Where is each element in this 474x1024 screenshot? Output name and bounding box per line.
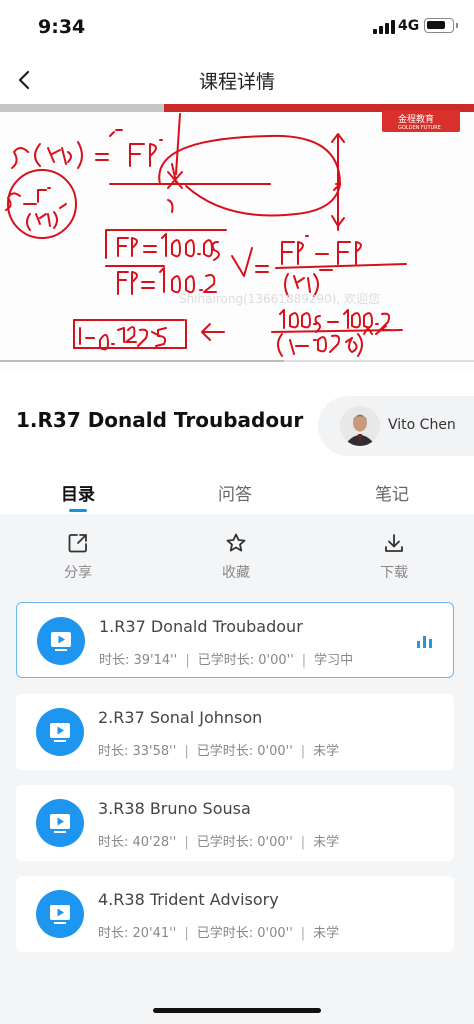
meta-separator: | [300, 835, 306, 850]
handwritten-formula-drawing [5, 113, 407, 357]
share-label: 分享 [64, 565, 92, 581]
tab-qa[interactable]: 问答 [218, 480, 252, 505]
video-lesson-icon [37, 617, 85, 665]
meta-separator: | [184, 835, 189, 850]
lesson-title: 3.R38 Bruno Sousa [98, 799, 251, 818]
status-time: 9:34 [38, 16, 86, 38]
lesson-studied-time: 已学时长: 0'00'' [197, 653, 294, 668]
lesson-item-3[interactable]: 3.R38 Bruno Sousa 时长: 40'28'' | 已学时长: 0'00… [16, 785, 454, 861]
video-lesson-icon [36, 708, 84, 756]
teacher-avatar-icon [340, 406, 380, 446]
lesson-duration: 时长: 33'58'' [98, 744, 177, 759]
lesson-duration: 时长: 39'14'' [99, 653, 178, 668]
favorite-label: 收藏 [222, 565, 250, 581]
nav-bar: 课程详情 [0, 56, 474, 104]
meta-separator: | [300, 744, 306, 759]
avatar [340, 406, 380, 446]
share-icon [68, 534, 87, 553]
teacher-name: Vito Chen [388, 417, 456, 433]
lesson-meta: 时长: 33'58'' | 已学时长: 0'00'' | 未学 [98, 740, 339, 759]
lesson-status: 未学 [313, 835, 340, 850]
meta-separator: | [301, 653, 307, 668]
lesson-studied-time: 已学时长: 0'00'' [196, 835, 293, 850]
video-progress-bar[interactable] [0, 360, 474, 362]
lesson-status: 未学 [313, 926, 340, 941]
lesson-meta: 时长: 20'41'' | 已学时长: 0'00'' | 未学 [98, 922, 339, 941]
lesson-duration: 时长: 20'41'' [98, 926, 177, 941]
active-tab-indicator [69, 509, 87, 512]
home-indicator[interactable] [153, 1008, 321, 1013]
status-bar: 9:34 4G [0, 0, 474, 56]
video-lesson-icon [36, 799, 84, 847]
lesson-status: 学习中 [314, 653, 354, 668]
meta-separator: | [300, 926, 306, 941]
meta-separator: | [185, 653, 190, 668]
lesson-item-4[interactable]: 4.R38 Trident Advisory 时长: 20'41'' | 已学时长:… [16, 876, 454, 952]
lesson-studied-time: 已学时长: 0'00'' [196, 926, 293, 941]
favorite-button[interactable]: 收藏 [206, 532, 266, 582]
tab-bar: 目录 问答 笔记 [0, 470, 474, 514]
video-lesson-icon [36, 890, 84, 938]
catalog-panel: 分享 收藏 下载 1.R37 Donald Troubadour 时长: 39'… [0, 514, 474, 1024]
download-button[interactable]: 下载 [364, 532, 424, 582]
network-label: 4G [398, 18, 420, 34]
meta-separator: | [184, 744, 189, 759]
tab-catalog[interactable]: 目录 [61, 480, 95, 505]
lesson-title: 1.R37 Donald Troubadour [99, 617, 303, 636]
course-title: 1.R37 Donald Troubadour [16, 408, 304, 432]
share-button[interactable]: 分享 [48, 532, 108, 582]
lesson-meta: 时长: 39'14'' | 已学时长: 0'00'' | 学习中 [99, 649, 353, 668]
video-player[interactable]: 金程教育 GOLDEN FUTURE Shihairong(1366188929… [0, 104, 474, 370]
lesson-item-1[interactable]: 1.R37 Donald Troubadour 时长: 39'14'' | 已学时长… [16, 602, 454, 678]
teacher-card[interactable]: Vito Chen [318, 396, 474, 456]
lesson-duration: 时长: 40'28'' [98, 835, 177, 850]
lesson-studied-time: 已学时长: 0'00'' [196, 744, 293, 759]
lesson-item-2[interactable]: 2.R37 Sonal Johnson 时长: 33'58'' | 已学时长: 0'… [16, 694, 454, 770]
download-icon [385, 534, 403, 552]
signal-icon [373, 20, 395, 34]
lesson-status: 未学 [313, 744, 340, 759]
tab-notes[interactable]: 笔记 [375, 480, 409, 505]
lesson-title: 4.R38 Trident Advisory [98, 890, 279, 909]
meta-separator: | [184, 926, 189, 941]
lesson-title: 2.R37 Sonal Johnson [98, 708, 263, 727]
course-header: 1.R37 Donald Troubadour Vito Chen [0, 370, 474, 470]
video-watermark: Shihairong(13661889290), 欢迎您 [179, 292, 381, 306]
page-title: 课程详情 [198, 71, 275, 93]
battery-icon [424, 18, 458, 33]
lesson-meta: 时长: 40'28'' | 已学时长: 0'00'' | 未学 [98, 831, 339, 850]
star-icon [226, 533, 246, 552]
download-label: 下载 [380, 565, 408, 581]
playing-indicator-icon [417, 634, 435, 648]
